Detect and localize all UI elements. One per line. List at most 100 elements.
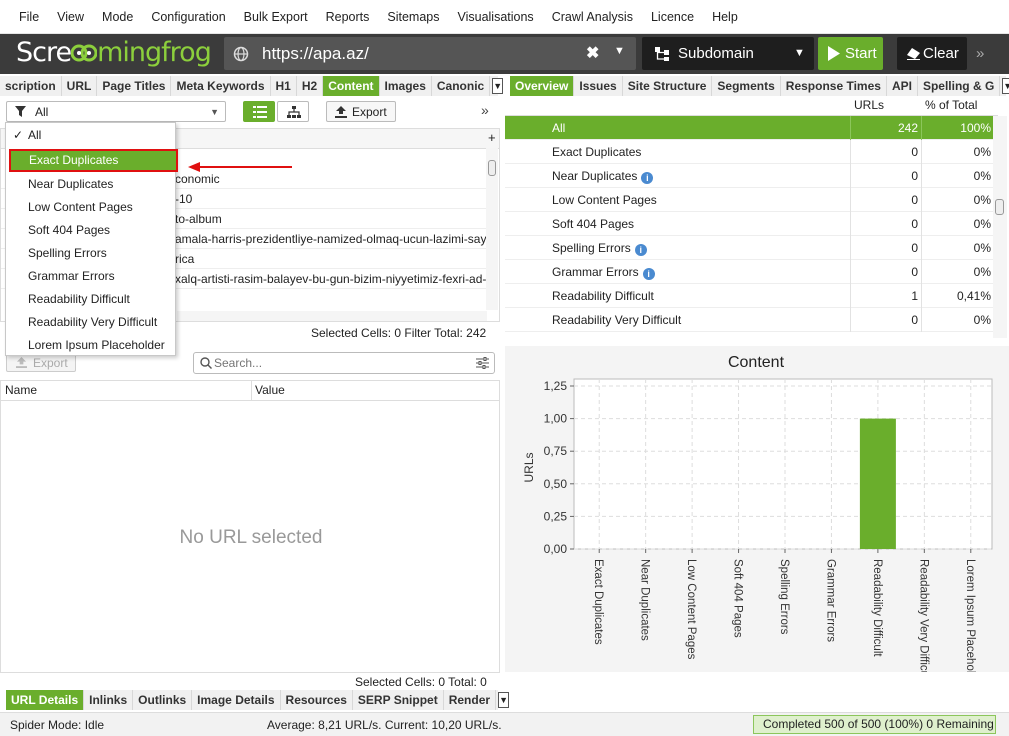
filter-options-icon[interactable] — [476, 357, 489, 369]
details-search[interactable] — [193, 352, 495, 374]
tab-meta-keywords[interactable]: Meta Keywords — [171, 76, 271, 96]
overview-scrollbar[interactable] — [993, 116, 1007, 338]
filter-option-grammar-errors[interactable]: Grammar Errors — [6, 265, 175, 288]
col-divider — [251, 381, 252, 400]
menu-file[interactable]: File — [10, 10, 48, 24]
tab-url-details[interactable]: URL Details — [6, 690, 85, 710]
overview-row-pct: 0% — [973, 193, 991, 207]
clear-button[interactable]: Clear — [897, 37, 967, 70]
tab-images[interactable]: Images — [379, 76, 432, 96]
bottom-tabs-overflow-dropdown[interactable]: ▼ — [498, 692, 509, 708]
search-input[interactable] — [214, 355, 464, 371]
x-tick-label: Exact Duplicates — [592, 559, 604, 645]
tab-response-times[interactable]: Response Times — [780, 76, 887, 96]
tab-outlinks[interactable]: Outlinks — [133, 690, 193, 710]
tab-image-details[interactable]: Image Details — [192, 690, 281, 710]
filter-option-soft-404[interactable]: Soft 404 Pages — [6, 219, 175, 242]
tree-icon — [287, 106, 301, 118]
col-pct-header[interactable]: % of Total — [925, 98, 977, 112]
overview-row-name: Readability Very Difficult — [552, 313, 681, 327]
chart-bar — [859, 418, 896, 549]
details-selected-cells: Selected Cells: 0 Total: 0 — [355, 675, 487, 689]
right-tabs-overflow-dropdown[interactable]: ▼ — [1002, 78, 1009, 94]
overview-row[interactable]: Readability Very Difficult 0 0% — [505, 308, 998, 332]
filter-option-label: Low Content Pages — [28, 200, 133, 214]
menu-visualisations[interactable]: Visualisations — [448, 10, 542, 24]
overview-row[interactable]: All 242 100% — [505, 116, 998, 140]
menu-configuration[interactable]: Configuration — [142, 10, 234, 24]
scroll-thumb[interactable] — [995, 199, 1004, 215]
table-cell-address: amala-harris-prezidentliye-namized-olmaq… — [175, 232, 487, 246]
tab-h1[interactable]: H1 — [270, 76, 297, 96]
mode-select[interactable]: Subdomain ▼ — [642, 37, 814, 70]
toolbar-more-icon[interactable]: » — [976, 45, 984, 62]
filter-option-readability-very-difficult[interactable]: Readability Very Difficult — [6, 311, 175, 334]
add-column-icon[interactable]: + — [488, 130, 496, 145]
menu-mode[interactable]: Mode — [93, 10, 142, 24]
url-input[interactable]: https://apa.az/ ✖ ▼ — [224, 37, 636, 70]
col-value-header[interactable]: Value — [255, 383, 285, 397]
export-button[interactable]: Export — [326, 101, 396, 122]
overview-row[interactable]: Exact Duplicates 0 0% — [505, 140, 998, 164]
menu-help[interactable]: Help — [703, 10, 747, 24]
horizontal-scrollbar[interactable] — [177, 311, 487, 321]
overview-row[interactable]: Grammar Errors i 0 0% — [505, 260, 998, 284]
overview-row-name: Low Content Pages — [552, 193, 657, 207]
tab-api[interactable]: API — [886, 76, 918, 96]
filter-option-readability-difficult[interactable]: Readability Difficult — [6, 288, 175, 311]
overview-row[interactable]: Soft 404 Pages 0 0% — [505, 212, 998, 236]
overview-row[interactable]: Low Content Pages 0 0% — [505, 188, 998, 212]
expand-panel-icon[interactable]: » — [481, 102, 489, 118]
menu-reports[interactable]: Reports — [317, 10, 379, 24]
tab-segments[interactable]: Segments — [712, 76, 781, 96]
filter-option-spelling-errors[interactable]: Spelling Errors — [6, 242, 175, 265]
filter-select[interactable]: All ▼ — [6, 101, 226, 122]
tab-description[interactable]: scription — [0, 76, 62, 96]
col-name-header[interactable]: Name — [5, 383, 37, 397]
tab-page-titles[interactable]: Page Titles — [97, 76, 172, 96]
scroll-thumb[interactable] — [488, 160, 496, 176]
tab-resources[interactable]: Resources — [280, 690, 353, 710]
info-icon[interactable]: i — [641, 172, 654, 184]
list-view-button[interactable] — [243, 101, 275, 122]
tab-url[interactable]: URL — [61, 76, 98, 96]
overview-row[interactable]: Readability Difficult 1 0,41% — [505, 284, 998, 308]
menu-bulk-export[interactable]: Bulk Export — [235, 10, 317, 24]
filter-option-low-content[interactable]: Low Content Pages — [6, 196, 175, 219]
tabs-overflow-dropdown[interactable]: ▼ — [492, 78, 504, 94]
menu-view[interactable]: View — [48, 10, 93, 24]
info-icon[interactable]: i — [634, 244, 647, 256]
tab-issues[interactable]: Issues — [574, 76, 623, 96]
tab-spelling-grammar[interactable]: Spelling & G — [917, 76, 1001, 96]
info-icon[interactable]: i — [642, 268, 655, 280]
clear-url-icon[interactable]: ✖ — [586, 43, 599, 63]
tab-canonicals[interactable]: Canonic — [431, 76, 491, 96]
filter-option-lorem-ipsum[interactable]: Lorem Ipsum Placeholder — [6, 334, 175, 357]
url-table-scrollbar[interactable] — [486, 148, 498, 310]
empty-state-message: No URL selected — [179, 527, 323, 548]
tab-site-structure[interactable]: Site Structure — [622, 76, 713, 96]
url-history-dropdown-icon[interactable]: ▼ — [614, 45, 625, 57]
tab-serp-snippet[interactable]: SERP Snippet — [352, 690, 444, 710]
checkmark-icon: ✓ — [13, 128, 24, 142]
tree-view-button[interactable] — [277, 101, 309, 122]
menu-sitemaps[interactable]: Sitemaps — [378, 10, 448, 24]
tab-h2[interactable]: H2 — [296, 76, 324, 96]
tab-render[interactable]: Render — [443, 690, 497, 710]
tab-overview[interactable]: Overview — [510, 76, 575, 96]
table-cell-address: rica — [175, 252, 195, 266]
tab-inlinks[interactable]: Inlinks — [84, 690, 134, 710]
filter-option-near-duplicates[interactable]: Near Duplicates — [6, 173, 175, 196]
overview-row[interactable]: Spelling Errors i 0 0% — [505, 236, 998, 260]
menu-licence[interactable]: Licence — [642, 10, 703, 24]
url-text[interactable]: https://apa.az/ — [262, 44, 369, 64]
tab-content[interactable]: Content — [323, 76, 380, 96]
search-icon — [200, 357, 212, 369]
col-urls-header[interactable]: URLs — [854, 98, 884, 112]
start-button[interactable]: Start — [818, 37, 883, 70]
menu-crawl-analysis[interactable]: Crawl Analysis — [543, 10, 642, 24]
overview-row[interactable]: Near Duplicates i 0 0% — [505, 164, 998, 188]
filter-option-all[interactable]: ✓ All — [6, 124, 175, 147]
filter-option-exact-duplicates[interactable]: Exact Duplicates — [9, 149, 178, 172]
x-tick-label: Readability Difficult — [871, 559, 883, 657]
